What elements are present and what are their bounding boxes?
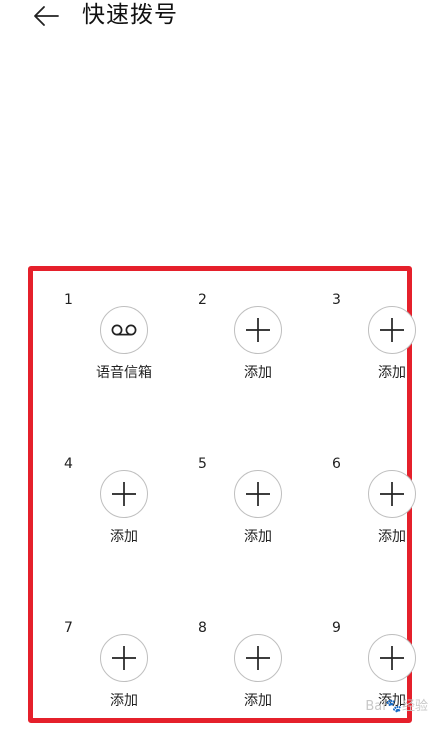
- speed-dial-slot-4[interactable]: 4 添加: [58, 456, 186, 576]
- plus-icon: [380, 318, 404, 342]
- plus-icon: [246, 646, 270, 670]
- slot-label: 添加: [244, 529, 272, 545]
- plus-icon: [112, 482, 136, 506]
- plus-icon: [380, 646, 404, 670]
- speed-dial-grid: 1 语音信箱 2 添加 3 添加 4 添加 5 添加 6 添加 7 添加 8 添…: [28, 266, 416, 720]
- slot-number: 9: [332, 620, 341, 636]
- add-contact-button[interactable]: [100, 634, 148, 682]
- add-contact-button[interactable]: [234, 306, 282, 354]
- speed-dial-slot-2[interactable]: 2 添加: [192, 292, 320, 412]
- arrow-left-icon: [34, 6, 59, 26]
- page-title: 快速拨号: [82, 2, 178, 28]
- add-contact-button[interactable]: [368, 634, 416, 682]
- add-contact-button[interactable]: [368, 470, 416, 518]
- slot-number: 6: [332, 456, 341, 472]
- speed-dial-slot-7[interactable]: 7 添加: [58, 620, 186, 740]
- slot-label: 添加: [244, 693, 272, 709]
- slot-label: 语音信箱: [96, 365, 152, 381]
- add-contact-button[interactable]: [368, 306, 416, 354]
- slot-number: 5: [198, 456, 207, 472]
- back-button[interactable]: [30, 2, 62, 30]
- plus-icon: [380, 482, 404, 506]
- watermark-text: Bai🐾经验: [365, 699, 428, 714]
- slot-label: 添加: [378, 529, 406, 545]
- speed-dial-slot-5[interactable]: 5 添加: [192, 456, 320, 576]
- add-contact-button[interactable]: [100, 470, 148, 518]
- slot-label: 添加: [110, 693, 138, 709]
- voicemail-icon: [111, 324, 137, 336]
- voicemail-button[interactable]: [100, 306, 148, 354]
- slot-number: 8: [198, 620, 207, 636]
- add-contact-button[interactable]: [234, 470, 282, 518]
- slot-number: 4: [64, 456, 73, 472]
- slot-label: 添加: [378, 365, 406, 381]
- speed-dial-slot-3[interactable]: 3 添加: [326, 292, 440, 412]
- slot-number: 2: [198, 292, 207, 308]
- header-bar: 快速拨号: [0, 0, 440, 36]
- speed-dial-slot-9[interactable]: 9 添加: [326, 620, 440, 740]
- plus-icon: [246, 318, 270, 342]
- speed-dial-slot-1[interactable]: 1 语音信箱: [58, 292, 186, 412]
- speed-dial-slot-6[interactable]: 6 添加: [326, 456, 440, 576]
- slot-label: 添加: [244, 365, 272, 381]
- add-contact-button[interactable]: [234, 634, 282, 682]
- slot-label: 添加: [110, 529, 138, 545]
- slot-number: 3: [332, 292, 341, 308]
- plus-icon: [246, 482, 270, 506]
- slot-number: 1: [64, 292, 73, 308]
- speed-dial-slot-8[interactable]: 8 添加: [192, 620, 320, 740]
- plus-icon: [112, 646, 136, 670]
- slot-number: 7: [64, 620, 73, 636]
